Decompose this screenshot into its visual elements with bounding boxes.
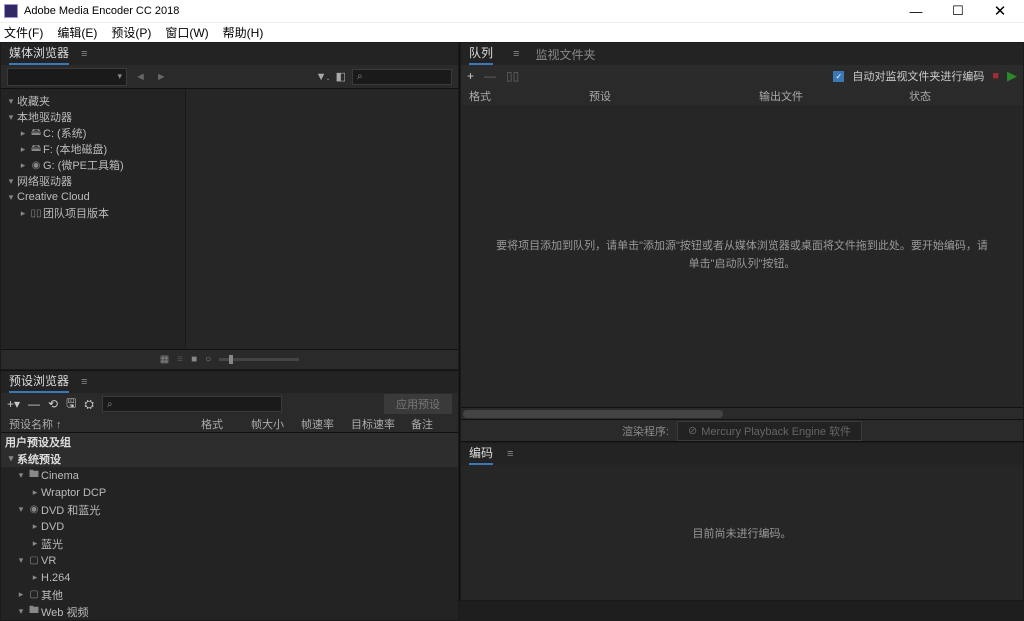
panel-menu-icon[interactable]: ≡	[81, 48, 87, 60]
tree-drive-c[interactable]: ▸🖴C: (系统)	[1, 125, 185, 141]
tree-creative-cloud[interactable]: ▾Creative Cloud	[1, 189, 185, 205]
tree-drive-g[interactable]: ▸◉G: (微PE工具箱)	[1, 157, 185, 173]
col-format[interactable]: 格式	[201, 415, 251, 432]
panel-menu-icon[interactable]: ≡	[81, 376, 87, 388]
thumbnail-view-icon[interactable]: ▦	[160, 354, 169, 365]
directory-dropdown[interactable]: ▾	[7, 68, 127, 86]
menu-edit[interactable]: 编辑(E)	[57, 24, 97, 41]
web-icon: 🖿	[27, 603, 41, 620]
media-search-input[interactable]: ⌕	[352, 69, 452, 85]
menu-preset[interactable]: 预设(P)	[111, 24, 151, 41]
drive-icon: 🖴	[29, 125, 43, 142]
encoding-tab[interactable]: 编码	[469, 444, 493, 465]
disc-icon: ◉	[27, 504, 41, 515]
app-icon	[4, 4, 18, 18]
col-comment[interactable]: 备注	[411, 415, 458, 432]
import-preset-icon[interactable]: 🖫	[66, 394, 76, 415]
sync-preset-icon[interactable]: ⟲	[48, 397, 58, 411]
stop-queue-button[interactable]: ■	[992, 70, 999, 82]
col-frame-rate[interactable]: 帧速率	[301, 415, 351, 432]
minimize-button[interactable]: —	[896, 0, 936, 22]
encoding-panel: 编码 ≡ 目前尚未进行编码。	[460, 442, 1024, 601]
folder-icon: ▢	[27, 589, 41, 600]
col-preset-name[interactable]: 预设名称 ↑	[1, 415, 201, 432]
preset-group-vr[interactable]: ▾▢VR	[1, 552, 458, 569]
queue-scrollbar[interactable]	[461, 407, 1023, 419]
queue-col-format: 格式	[469, 87, 589, 105]
close-button[interactable]: ✕	[980, 0, 1020, 22]
preset-search-input[interactable]: ⌕	[102, 396, 282, 412]
apply-preset-button[interactable]: 应用预设	[384, 394, 452, 414]
menu-file[interactable]: 文件(F)	[4, 24, 43, 41]
preset-group-dvd-bluray[interactable]: ▾◉DVD 和蓝光	[1, 501, 458, 518]
media-browser-tab[interactable]: 媒体浏览器	[9, 44, 69, 65]
panel-menu-icon[interactable]: ≡	[513, 48, 519, 60]
queue-placeholder-text: 要将项目添加到队列，请单击"添加源"按钮或者从媒体浏览器或桌面将文件拖到此处。要…	[491, 238, 993, 273]
disc-icon: ◉	[29, 160, 43, 171]
queue-col-preset: 预设	[589, 87, 759, 105]
menubar: 文件(F) 编辑(E) 预设(P) 窗口(W) 帮助(H)	[0, 22, 1024, 42]
queue-col-status: 状态	[909, 87, 1015, 105]
preset-browser-panel: 预设浏览器 ≡ +▾ — ⟲ 🖫 ⛭ ⌕ 应用预设 预设名称 ↑ 格式 帧大小 …	[0, 370, 459, 621]
drive-icon: 🖴	[29, 141, 43, 158]
vr-icon: ▢	[27, 555, 41, 566]
col-target-rate[interactable]: 目标速率	[351, 415, 411, 432]
preset-group-cinema[interactable]: ▾🖿Cinema	[1, 467, 458, 484]
encoding-status-text: 目前尚未进行编码。	[693, 525, 792, 541]
tree-favorites[interactable]: ▾收藏夹	[1, 93, 185, 109]
add-preset-icon[interactable]: +▾	[7, 397, 20, 411]
preset-column-headers: 预设名称 ↑ 格式 帧大小 帧速率 目标速率 备注	[1, 415, 458, 433]
preset-item-wraptor[interactable]: ▸Wraptor DCP	[1, 484, 458, 501]
preset-group-system[interactable]: ▾系统预设	[1, 450, 458, 467]
remove-preset-icon[interactable]: —	[28, 397, 40, 411]
queue-col-output: 输出文件	[759, 87, 909, 105]
add-source-button[interactable]: +	[467, 69, 474, 83]
tree-drive-f[interactable]: ▸🖴F: (本地磁盘)	[1, 141, 185, 157]
app-title: Adobe Media Encoder CC 2018	[24, 5, 179, 17]
media-browser-panel: 媒体浏览器 ≡ ▾ ◄ ► ▼. ◧ ⌕ ▾收藏夹 ▾本地驱动器 ▸🖴C: (系…	[0, 42, 459, 370]
col-frame-size[interactable]: 帧大小	[251, 415, 301, 432]
filter-icon[interactable]: ▼.	[316, 71, 330, 83]
render-label: 渲染程序:	[622, 423, 669, 439]
tree-network-drives[interactable]: ▾网络驱动器	[1, 173, 185, 189]
titlebar: Adobe Media Encoder CC 2018 — ☐ ✕	[0, 0, 1024, 22]
list-view-icon[interactable]: ■	[191, 354, 197, 365]
zoom-out-icon[interactable]: ○	[205, 354, 211, 365]
tree-local-drives[interactable]: ▾本地驱动器	[1, 109, 185, 125]
panel-menu-icon[interactable]: ≡	[507, 448, 513, 460]
preset-group-web[interactable]: ▾🖿Web 视频	[1, 603, 458, 620]
media-tree: ▾收藏夹 ▾本地驱动器 ▸🖴C: (系统) ▸🖴F: (本地磁盘) ▸◉G: (…	[1, 89, 186, 349]
duplicate-source-button[interactable]: ▯▯	[506, 69, 519, 83]
preset-group-other[interactable]: ▸▢其他	[1, 586, 458, 603]
team-icon: ▯▯	[29, 208, 43, 219]
menu-help[interactable]: 帮助(H)	[223, 24, 264, 41]
render-engine-dropdown[interactable]: ⊘ Mercury Playback Engine 软件	[677, 421, 862, 441]
nav-forward-icon[interactable]: ►	[154, 71, 169, 83]
preset-item-dvd[interactable]: ▸DVD	[1, 518, 458, 535]
thumbnail-size-slider[interactable]	[219, 358, 299, 361]
auto-encode-label: 自动对监视文件夹进行编码	[852, 68, 984, 84]
nav-back-icon[interactable]: ◄	[133, 71, 148, 83]
settings-preset-icon[interactable]: ⛭	[84, 397, 94, 412]
preset-browser-tab[interactable]: 预设浏览器	[9, 372, 69, 393]
maximize-button[interactable]: ☐	[938, 0, 978, 22]
queue-panel: 队列 ≡ 监视文件夹 + — ▯▯ ✓ 自动对监视文件夹进行编码 ■ ▶ 格式 …	[460, 42, 1024, 442]
folder-icon: 🖿	[27, 467, 41, 484]
watch-folders-tab[interactable]: 监视文件夹	[535, 46, 595, 63]
media-content-area[interactable]	[186, 89, 458, 349]
ingest-icon[interactable]: ◧	[336, 70, 346, 83]
queue-drop-area[interactable]: 要将项目添加到队列，请单击"添加源"按钮或者从媒体浏览器或桌面将文件拖到此处。要…	[461, 105, 1023, 407]
auto-encode-checkbox[interactable]: ✓	[833, 71, 844, 82]
gpu-icon: ⊘	[688, 424, 697, 437]
remove-source-button[interactable]: —	[484, 69, 496, 83]
start-queue-button[interactable]: ▶	[1007, 68, 1017, 84]
preset-item-bluray[interactable]: ▸蓝光	[1, 535, 458, 552]
preset-item-h264[interactable]: ▸H.264	[1, 569, 458, 586]
menu-window[interactable]: 窗口(W)	[165, 24, 208, 41]
tree-team-project[interactable]: ▸▯▯团队项目版本	[1, 205, 185, 221]
queue-tab[interactable]: 队列	[469, 44, 493, 65]
preset-group-user[interactable]: 用户预设及组	[1, 433, 458, 450]
